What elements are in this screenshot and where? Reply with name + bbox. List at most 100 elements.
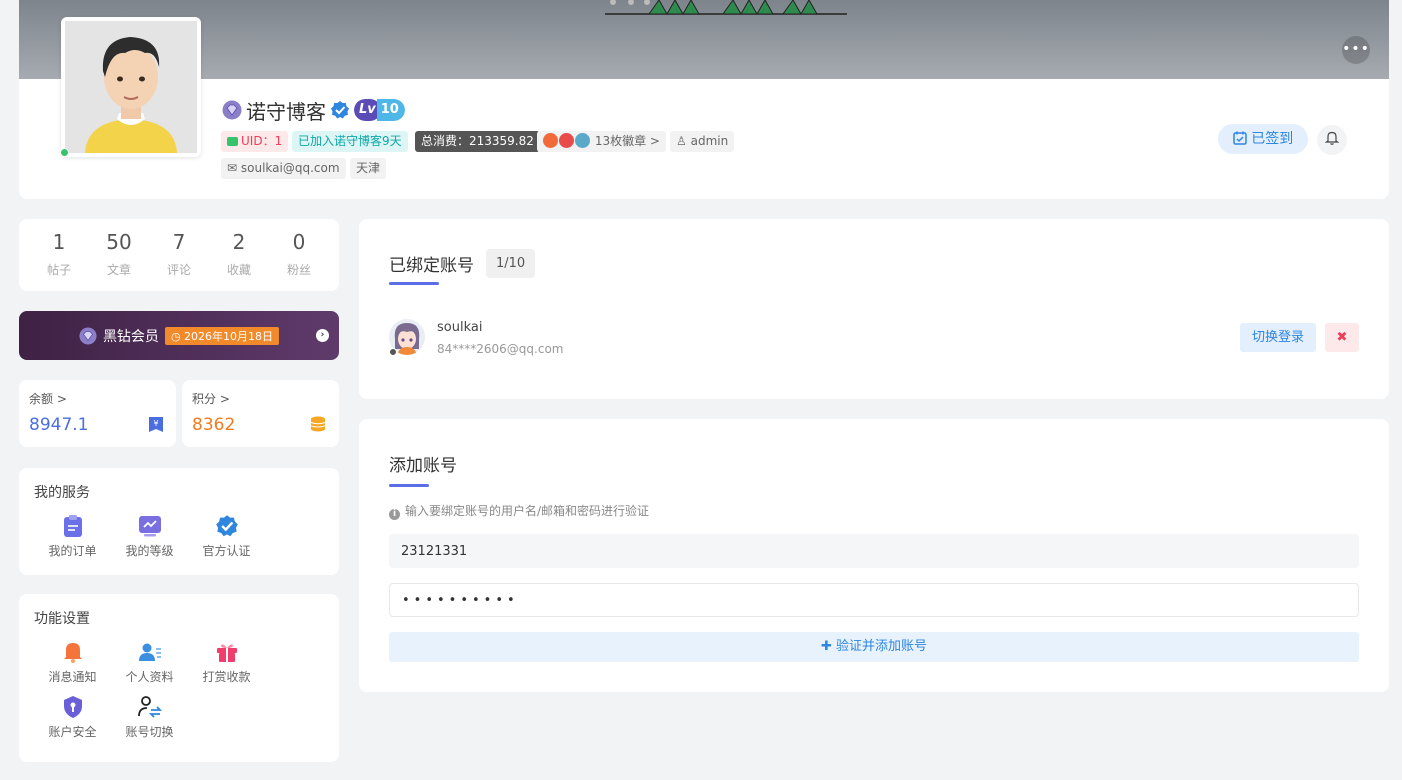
title-underline [389, 282, 439, 285]
hint-text: 输入要绑定账号的用户名/邮箱和密码进行验证 [405, 504, 650, 518]
online-status-dot [60, 148, 69, 157]
setting-profile[interactable]: 个人资料 [111, 640, 188, 685]
add-hint: i 输入要绑定账号的用户名/邮箱和密码进行验证 [389, 502, 649, 520]
setting-rewards[interactable]: 打赏收款 [188, 640, 265, 685]
service-label: 我的订单 [48, 544, 97, 558]
remove-account-button[interactable]: ✖ [1325, 323, 1359, 352]
stat-value: 1 [52, 230, 66, 254]
role-text: admin [690, 134, 729, 148]
verify-add-account-button[interactable]: ✚ 验证并添加账号 [389, 632, 1359, 662]
setting-label: 消息通知 [48, 670, 97, 684]
vip-expire-text: 2026年10月18日 [184, 329, 274, 343]
uid-icon [227, 137, 238, 146]
setting-security[interactable]: 账户安全 [34, 695, 111, 740]
switch-login-button[interactable]: 切换登录 [1240, 323, 1316, 352]
user-name-row: 诺守博客 Lv 10 [222, 97, 405, 124]
cover-illustration [605, 0, 847, 16]
checkin-button[interactable]: 已签到 [1218, 124, 1308, 154]
joined-tag: 已加入诺守博客9天 [292, 131, 408, 152]
add-title: 添加账号 [389, 456, 457, 476]
service-level[interactable]: 我的等级 [111, 514, 188, 559]
password-input[interactable] [389, 583, 1359, 617]
notification-button[interactable] [1317, 125, 1347, 155]
diamond-vip-icon [79, 326, 97, 345]
services-title: 我的服务 [34, 485, 90, 501]
title-underline [389, 484, 429, 487]
service-orders[interactable]: 我的订单 [34, 514, 111, 559]
chart-monitor-icon [138, 516, 161, 537]
stat-label: 收藏 [226, 263, 251, 277]
stat-value: 2 [232, 230, 246, 254]
more-options-button[interactable]: ••• [1342, 36, 1370, 64]
my-services-card: 我的服务 我的订单 我的等级 官方认证 [19, 468, 339, 575]
city-tag: 天津 [350, 158, 387, 179]
uid-tag: UID：1 [221, 131, 289, 152]
stat-followers[interactable]: 0 粉丝 [269, 229, 329, 291]
wallet-icon: ¥ [149, 417, 163, 432]
stat-label: 帖子 [46, 263, 71, 277]
profile-cover [19, 0, 1389, 79]
points-card[interactable]: 积分 > 8362 [182, 380, 339, 447]
badges-count: 13枚徽章 > [594, 134, 660, 148]
stat-label: 粉丝 [286, 263, 311, 277]
uid-text: UID：1 [241, 134, 283, 148]
bell-icon [1324, 131, 1340, 145]
username-input[interactable] [389, 534, 1359, 568]
service-label: 官方认证 [202, 544, 251, 558]
balance-card[interactable]: 余额 > 8947.1 ¥ [19, 380, 176, 447]
bound-count-badge: 1/10 [486, 249, 536, 278]
stat-label: 评论 [166, 263, 191, 277]
level-value: 10 [376, 99, 405, 121]
switch-user-icon [137, 696, 162, 718]
coins-icon [310, 416, 326, 432]
stat-favorites[interactable]: 2 收藏 [209, 229, 269, 291]
email-text: soulkai@qq.com [240, 161, 340, 175]
setting-label: 账户安全 [48, 725, 97, 739]
stat-articles[interactable]: 50 文章 [89, 229, 149, 291]
role-tag: ♙ admin [670, 131, 735, 152]
verified-icon [215, 515, 238, 537]
setting-switch-account[interactable]: 账号切换 [111, 695, 188, 740]
bell-icon [63, 643, 82, 664]
badge-icon-1 [543, 133, 558, 148]
balance-label: 余额 > [29, 392, 67, 406]
level-badge: Lv 10 [354, 99, 405, 121]
bound-account-name: soulkai [437, 320, 483, 335]
setting-notifications[interactable]: 消息通知 [34, 640, 111, 685]
stat-label: 文章 [106, 263, 131, 277]
user-icon: ♙ [676, 134, 687, 148]
badge-icon-2 [559, 133, 574, 148]
settings-title: 功能设置 [34, 611, 90, 627]
info-icon: i [389, 509, 400, 520]
stat-comments[interactable]: 7 评论 [149, 229, 209, 291]
email-tag: ✉ soulkai@qq.com [221, 158, 346, 179]
feature-settings-card: 功能设置 消息通知 个人资料 打赏收款 账户安全 账号切换 [19, 594, 339, 762]
setting-label: 打赏收款 [202, 670, 251, 684]
stat-posts[interactable]: 1 帖子 [29, 229, 89, 291]
stats-card: 1 帖子 50 文章 7 评论 2 收藏 0 粉丝 [19, 219, 339, 291]
user-name: 诺守博客 [246, 99, 326, 124]
bound-title: 已绑定账号 [389, 256, 474, 276]
vip-expire-date: ◷ 2026年10月18日 [164, 326, 280, 345]
stat-value: 50 [106, 230, 132, 254]
badges-tag[interactable]: 13枚徽章 > [537, 131, 666, 152]
account-status-dot [389, 348, 397, 356]
avatar[interactable] [61, 17, 201, 157]
bound-account-email: 84****2606@qq.com [437, 342, 564, 356]
balance-value: 8947.1 [29, 415, 89, 435]
stat-value: 0 [292, 230, 306, 254]
shield-icon [63, 696, 82, 718]
setting-label: 账号切换 [125, 725, 174, 739]
points-label: 积分 > [192, 392, 230, 406]
clipboard-icon [63, 515, 82, 537]
service-verification[interactable]: 官方认证 [188, 514, 265, 559]
stat-value: 7 [172, 230, 186, 254]
checkin-label: 已签到 [1251, 131, 1294, 147]
verified-icon [331, 101, 349, 119]
diamond-vip-icon [222, 100, 242, 120]
service-label: 我的等级 [125, 544, 174, 558]
vip-card[interactable]: 黑钻会员 ◷ 2026年10月18日 › [19, 311, 339, 360]
chevron-right-icon: › [316, 329, 329, 342]
gift-icon [216, 644, 237, 662]
bound-accounts-card: 已绑定账号 1/10 [359, 219, 1389, 399]
